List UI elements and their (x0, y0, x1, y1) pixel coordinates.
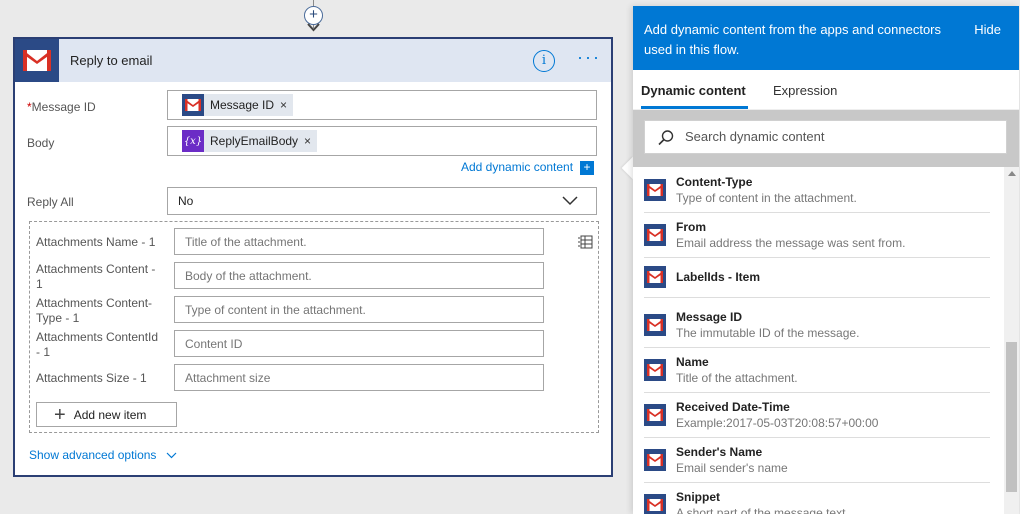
table-icon[interactable] (578, 234, 594, 250)
message-id-field[interactable]: Message ID × (167, 90, 597, 120)
gmail-icon (644, 449, 666, 471)
attachment-content-type-label: Attachments Content-Type - 1 (36, 296, 153, 325)
card-title[interactable]: Reply to email (70, 53, 152, 68)
gmail-icon (644, 179, 666, 201)
attachment-content-input[interactable] (174, 262, 544, 289)
attachments-group: Attachments Name - 1 Attachments Content… (29, 221, 599, 433)
scroll-up-icon[interactable] (1008, 171, 1016, 176)
item-description: Type of content in the attachment. (676, 191, 857, 205)
info-icon[interactable]: i (533, 50, 555, 72)
hide-button[interactable]: Hide (974, 22, 1001, 37)
attachment-content-label: Attachments Content - 1 (36, 262, 156, 291)
search-input[interactable] (685, 129, 985, 144)
panel-header-text: Add dynamic content from the apps and co… (644, 22, 942, 57)
list-item[interactable]: From Email address the message was sent … (644, 216, 990, 258)
item-name: Snippet (676, 490, 720, 504)
gmail-icon (644, 314, 666, 336)
panel-tabs: Dynamic content Expression (633, 70, 1019, 110)
list-item[interactable]: Sender's Name Email sender's name (644, 441, 990, 483)
token-label: Message ID (210, 98, 275, 112)
tab-expression[interactable]: Expression (773, 83, 837, 98)
item-name: From (676, 220, 706, 234)
dynamic-content-list: Content-Type Type of content in the atta… (633, 167, 1003, 514)
body-field[interactable]: {x} ReplyEmailBody × (167, 126, 597, 156)
attachment-content-type-input[interactable] (174, 296, 544, 323)
item-description: Email sender's name (676, 461, 788, 475)
more-icon[interactable]: ··· (577, 47, 601, 68)
card-header[interactable]: Reply to email i ··· (15, 39, 611, 82)
item-description: The immutable ID of the message. (676, 326, 860, 340)
gmail-icon (644, 224, 666, 246)
show-advanced-label: Show advanced options (29, 448, 157, 462)
chevron-down-icon[interactable] (562, 194, 578, 206)
search-box[interactable] (644, 120, 1007, 154)
add-new-item-label: Add new item (73, 407, 147, 422)
list-item[interactable]: Name Title of the attachment. (644, 351, 990, 393)
reply-to-email-card: Reply to email i ··· *Message ID Message… (13, 37, 613, 477)
list-item[interactable]: Snippet A short part of the message text… (644, 486, 990, 514)
item-description: Title of the attachment. (676, 371, 798, 385)
item-name: Sender's Name (676, 445, 763, 459)
remove-token-icon[interactable]: × (304, 134, 311, 148)
body-label: Body (27, 136, 55, 150)
item-name: Content-Type (676, 175, 753, 189)
attachment-name-input[interactable] (174, 228, 544, 255)
connector-arrow-icon (307, 23, 320, 32)
chevron-down-icon (166, 452, 177, 459)
plus-icon: + (54, 403, 66, 426)
gmail-icon (182, 94, 204, 116)
attachment-contentid-label: Attachments ContentId - 1 (36, 330, 159, 359)
item-name: Received Date-Time (676, 400, 790, 414)
search-icon (658, 130, 674, 146)
item-description: Example:2017-05-03T20:08:57+00:00 (676, 416, 879, 430)
panel-header: Add dynamic content from the apps and co… (633, 6, 1019, 70)
active-tab-indicator (641, 106, 748, 109)
list-item[interactable]: LabelIds - Item (644, 261, 990, 298)
gmail-icon (644, 404, 666, 426)
item-name: LabelIds - Item (676, 270, 761, 284)
item-description: A short part of the message text. (676, 506, 849, 514)
attachment-size-label: Attachments Size - 1 (36, 371, 147, 385)
add-dynamic-content-link[interactable]: Add dynamic content (461, 160, 573, 174)
gmail-icon (15, 39, 59, 82)
add-dynamic-content-icon[interactable]: + (580, 161, 594, 175)
list-item[interactable]: Message ID The immutable ID of the messa… (644, 306, 990, 348)
gmail-icon (644, 359, 666, 381)
token-label: ReplyEmailBody (210, 134, 299, 148)
reply-email-body-token[interactable]: {x} ReplyEmailBody × (182, 130, 318, 152)
message-id-label: *Message ID (27, 100, 96, 114)
attachment-name-label: Attachments Name - 1 (36, 235, 156, 249)
item-name: Message ID (676, 310, 743, 324)
list-item[interactable]: Received Date-Time Example:2017-05-03T20… (644, 396, 990, 438)
message-id-label-text: Message ID (31, 100, 96, 114)
attachment-contentid-input[interactable] (174, 330, 544, 357)
remove-token-icon[interactable]: × (280, 98, 287, 112)
dynamic-content-panel: Add dynamic content from the apps and co… (633, 6, 1019, 514)
tab-dynamic-content[interactable]: Dynamic content (641, 83, 746, 98)
gmail-icon (644, 266, 666, 288)
message-id-token[interactable]: Message ID × (182, 94, 294, 116)
item-description: Email address the message was sent from. (676, 236, 906, 250)
add-new-item-button[interactable]: + Add new item (36, 402, 177, 427)
search-area (633, 110, 1019, 167)
attachment-size-input[interactable] (174, 364, 544, 391)
scrollbar-thumb[interactable] (1006, 342, 1017, 492)
item-name: Name (676, 355, 709, 369)
expression-icon: {x} (182, 130, 204, 152)
reply-all-select[interactable]: No (167, 187, 597, 215)
show-advanced-options-link[interactable]: Show advanced options (29, 448, 177, 462)
gmail-icon (644, 494, 666, 514)
list-item[interactable]: Content-Type Type of content in the atta… (644, 171, 990, 213)
reply-all-value: No (178, 194, 194, 208)
reply-all-label: Reply All (27, 195, 74, 209)
